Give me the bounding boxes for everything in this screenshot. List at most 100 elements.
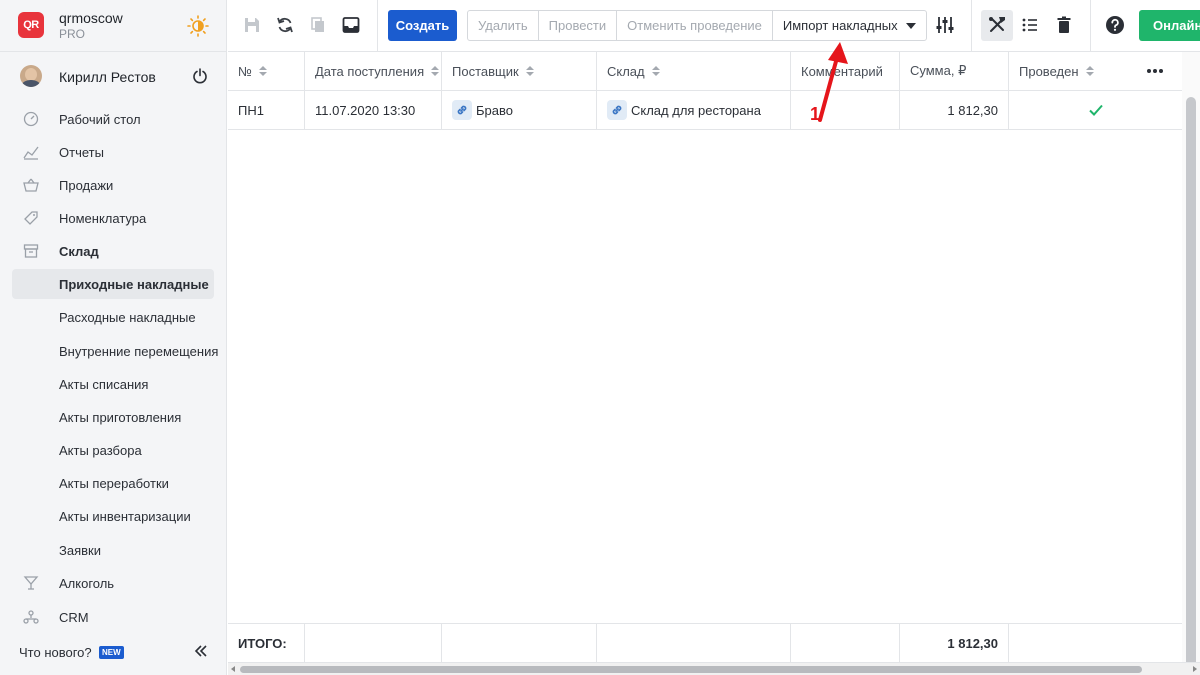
sidebar: QR qrmoscow PRO Кирилл Рестов Рабочий ст… <box>0 0 227 675</box>
nav-item-cooking-acts[interactable]: Акты приготовления <box>12 402 214 432</box>
nav-item-write-off-acts[interactable]: Акты списания <box>12 369 214 399</box>
totals-cell <box>597 624 791 663</box>
nav-label: Алкоголь <box>59 576 115 591</box>
trash-icon[interactable] <box>1054 15 1074 35</box>
cell-sum: 1 812,30 <box>900 91 1009 129</box>
avatar <box>20 65 42 87</box>
column-header-date[interactable]: Дата поступления <box>305 52 442 90</box>
totals-cell <box>442 624 597 663</box>
nav-item-requests[interactable]: Заявки <box>12 535 214 565</box>
more-options-icon[interactable] <box>1146 64 1164 78</box>
nav-item-dashboard[interactable]: Рабочий стол <box>12 104 214 134</box>
refresh-icon[interactable] <box>275 15 295 35</box>
column-header-supplier[interactable]: Поставщик <box>442 52 597 90</box>
save-icon[interactable] <box>242 15 262 35</box>
nav-label: Внутренние перемещения <box>59 344 219 359</box>
scroll-right-icon[interactable] <box>1193 666 1197 672</box>
nav-item-nomenclature[interactable]: Номенклатура <box>12 203 214 233</box>
table-header: № Дата поступления Поставщик Склад Комме… <box>228 52 1182 91</box>
link-icon[interactable] <box>452 100 472 120</box>
nav-label: Расходные накладные <box>59 310 196 325</box>
annotation-label: 1 <box>810 104 821 124</box>
warehouse-name: Склад для ресторана <box>631 102 761 118</box>
scroll-left-icon[interactable] <box>231 666 235 672</box>
column-header-warehouse[interactable]: Склад <box>597 52 791 90</box>
column-header-number[interactable]: № <box>228 52 305 90</box>
cell-supplier[interactable]: Браво <box>442 91 597 129</box>
horizontal-scrollbar[interactable] <box>228 662 1200 675</box>
nav-label: Акты списания <box>59 377 149 392</box>
column-title: Склад <box>607 63 645 79</box>
new-badge: NEW <box>99 646 124 659</box>
nav-item-warehouse[interactable]: Склад <box>12 236 214 266</box>
qr-logo-icon: QR <box>18 12 44 38</box>
nav-item-incoming-invoices[interactable]: Приходные накладные <box>12 269 214 299</box>
link-icon[interactable] <box>607 100 627 120</box>
import-invoices-dropdown[interactable]: Импорт накладных <box>773 11 926 40</box>
totals-label: ИТОГО: <box>228 624 305 663</box>
nav-item-disassembly-acts[interactable]: Акты разбора <box>12 435 214 465</box>
brand-header: QR qrmoscow PRO <box>0 0 227 52</box>
nav-label: Рабочий стол <box>59 112 141 127</box>
totals-sum: 1 812,30 <box>900 624 1009 663</box>
sort-icon <box>651 65 660 77</box>
table-row[interactable]: ПН1 11.07.2020 13:30 Браво Склад для рес… <box>228 91 1182 130</box>
power-icon[interactable] <box>192 68 208 84</box>
cell-posted <box>1009 91 1182 129</box>
cell-date: 11.07.2020 13:30 <box>305 91 442 129</box>
post-button[interactable]: Провести <box>539 11 618 40</box>
nav-item-sales[interactable]: Продажи <box>12 170 214 200</box>
nav-label: Акты приготовления <box>59 410 182 425</box>
collapse-sidebar-icon[interactable] <box>194 644 208 658</box>
nav-label: CRM <box>59 610 89 625</box>
horizontal-scroll-thumb[interactable] <box>240 666 1142 673</box>
nav-item-outgoing-invoices[interactable]: Расходные накладные <box>12 302 214 332</box>
nav-label: Акты инвентаризации <box>59 509 191 524</box>
table-totals-row: ИТОГО: 1 812,30 <box>228 623 1182 663</box>
nav-item-inventory-acts[interactable]: Акты инвентаризации <box>12 501 214 531</box>
nav-item-processing-acts[interactable]: Акты переработки <box>12 468 214 498</box>
nav-item-internal-transfers[interactable]: Внутренние перемещения <box>12 336 218 366</box>
column-title: Комментарий <box>801 63 883 79</box>
tools-icon[interactable] <box>987 15 1007 35</box>
caret-down-icon <box>905 22 916 29</box>
delete-button[interactable]: Удалить <box>468 11 539 40</box>
column-header-sum[interactable]: Сумма, ₽ <box>900 52 1009 90</box>
nav-item-alcohol[interactable]: Алкоголь <box>12 568 214 598</box>
crm-icon <box>23 610 39 624</box>
nav-label: Продажи <box>59 178 114 193</box>
help-icon[interactable] <box>1105 15 1125 35</box>
vertical-scroll-thumb[interactable] <box>1186 97 1196 672</box>
user-profile[interactable]: Кирилл Рестов <box>0 53 227 99</box>
online-button[interactable]: Онлайн <box>1139 10 1200 41</box>
list-icon[interactable] <box>1020 15 1040 35</box>
sun-theme-icon[interactable] <box>187 15 209 37</box>
nav-label: Номенклатура <box>59 211 147 226</box>
vertical-scrollbar[interactable] <box>1182 52 1200 672</box>
nav-item-reports[interactable]: Отчеты <box>12 137 214 167</box>
create-button[interactable]: Создать <box>388 10 457 41</box>
cell-warehouse[interactable]: Склад для ресторана <box>597 91 791 129</box>
column-title: Поставщик <box>452 63 519 79</box>
reports-icon <box>23 146 39 160</box>
toolbar-divider <box>377 0 378 52</box>
inbox-icon[interactable] <box>341 15 361 35</box>
column-header-comment[interactable]: Комментарий <box>791 52 900 90</box>
copy-icon[interactable] <box>308 15 328 35</box>
unpost-button[interactable]: Отменить проведение <box>617 11 773 40</box>
warehouse-icon <box>23 244 39 258</box>
nav-item-crm[interactable]: CRM <box>12 602 214 632</box>
nav-label: Акты разбора <box>59 443 142 458</box>
sliders-icon[interactable] <box>935 15 955 35</box>
import-invoices-label: Импорт накладных <box>782 18 898 33</box>
cocktail-icon <box>23 576 39 590</box>
column-title: Проведен <box>1019 63 1079 79</box>
nav-label: Приходные накладные <box>59 277 209 292</box>
brand-name[interactable]: qrmoscow <box>59 10 123 26</box>
whats-new-link[interactable]: Что нового? <box>19 645 92 660</box>
column-title: Дата поступления <box>315 63 425 79</box>
sort-icon <box>258 65 267 77</box>
user-name: Кирилл Рестов <box>59 69 156 85</box>
nav-label: Склад <box>59 244 99 259</box>
dashboard-icon <box>23 111 39 127</box>
